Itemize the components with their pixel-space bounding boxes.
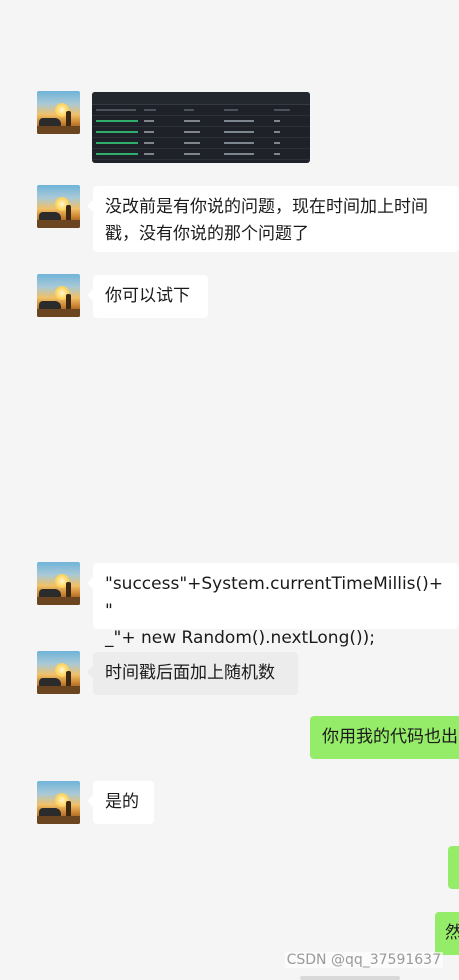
avatar[interactable] [37,562,80,605]
avatar[interactable] [37,185,80,228]
message-bubble[interactable]: "success"+System.currentTimeMillis()+ " … [87,563,459,648]
message-bubble-self[interactable] [448,846,459,889]
chat-area: 没改前是有你说的问题，现在时间加上时间 戳，没有你说的那个问题了 你可以试下 "… [0,0,459,980]
message-bubble[interactable]: 时间戳后面加上随机数 [87,652,298,695]
message-bubble-self[interactable]: 你用我的代码也出 [310,716,459,759]
avatar[interactable] [37,274,80,317]
message-bubble[interactable]: 是的 [87,781,154,824]
watermark: CSDN @qq_37591637 [284,952,443,968]
avatar[interactable] [37,91,80,134]
horizontal-scrollbar[interactable] [300,976,400,980]
message-bubble[interactable]: 你可以试下 [87,275,208,318]
avatar[interactable] [37,651,80,694]
message-bubble-self[interactable]: 然 [435,912,459,955]
message-bubble[interactable]: 没改前是有你说的问题，现在时间加上时间 戳，没有你说的那个问题了 [87,186,459,252]
image-message-thumbnail[interactable] [92,92,310,163]
avatar[interactable] [37,781,80,824]
